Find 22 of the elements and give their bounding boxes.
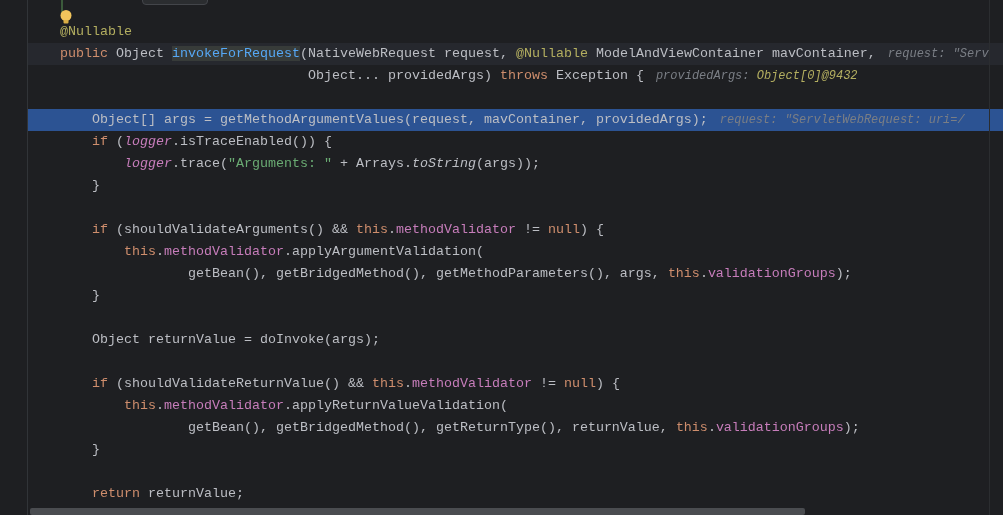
inline-value-hint: providedArgs: Object[0]@9432: [655, 68, 858, 85]
code-line: public Object invokeForRequest(NativeWebRequest request, @Nullable ModelAndViewContainer mavContainer,: [60, 46, 876, 61]
code-line: Object... providedArgs) throws Exception {: [306, 68, 644, 83]
code-line: getBean(), getBridgedMethod(), getReturnType(), returnValue, this.validationGroups);: [186, 420, 860, 435]
code-line: }: [91, 178, 100, 193]
code-line: }: [91, 288, 100, 303]
code-line: }: [91, 442, 100, 457]
horizontal-scrollbar[interactable]: [30, 508, 805, 515]
inline-value-hint: request: "Serv: [887, 46, 989, 63]
code-line: @Nullable: [60, 24, 132, 39]
code-line: this.methodValidator.applyReturnValueValidation(: [123, 398, 508, 413]
inline-value-hint: request: "ServletWebRequest: uri=/: [719, 112, 965, 129]
code-line: getBean(), getBridgedMethod(), getMethodParameters(), args, this.validationGroups);: [186, 266, 852, 281]
code-line: if (shouldValidateArguments() && this.methodValidator != null) {: [91, 222, 604, 237]
code-line: Object returnValue = doInvoke(args);: [91, 332, 380, 347]
code-line: Object[] args = getMethodArgumentValues(request, mavContainer, providedArgs);: [91, 112, 708, 127]
code-line: logger.trace("Arguments: " + Arrays.toString(args));: [123, 156, 540, 171]
code-line: if (logger.isTraceEnabled()) {: [91, 134, 332, 149]
code-line: this.methodValidator.applyArgumentValidation(: [123, 244, 484, 259]
code-line: if (shouldValidateReturnValue() && this.methodValidator != null) {: [91, 376, 620, 391]
code-line: return returnValue;: [91, 486, 244, 501]
lightbulb-icon[interactable]: [60, 10, 72, 24]
